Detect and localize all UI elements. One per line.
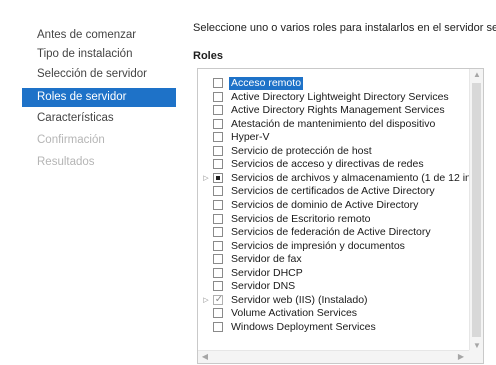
role-label: Servicios de certificados de Active Dire… bbox=[231, 185, 435, 198]
role-row[interactable]: Windows Deployment Services bbox=[198, 321, 466, 334]
role-checkbox[interactable] bbox=[213, 78, 223, 88]
role-label: Windows Deployment Services bbox=[231, 320, 376, 333]
role-row[interactable]: ▷ Servicios de archivos y almacenamiento … bbox=[198, 172, 483, 185]
instructions-text: Seleccione uno o varios roles para insta… bbox=[193, 22, 496, 34]
checkmark-icon: ✓ bbox=[214, 293, 224, 305]
role-checkbox[interactable] bbox=[213, 308, 223, 319]
role-row[interactable]: Volume Activation Services bbox=[198, 307, 466, 320]
role-checkbox[interactable] bbox=[213, 213, 223, 224]
chevron-right-icon[interactable]: ▶ bbox=[456, 352, 466, 361]
role-label: Servicios de Escritorio remoto bbox=[231, 212, 371, 225]
role-label: Servidor web (IIS) (Instalado) bbox=[231, 293, 368, 306]
role-label: Servicios de federación de Active Direct… bbox=[231, 226, 431, 239]
chevron-right-icon[interactable]: ▷ bbox=[202, 172, 210, 185]
role-checkbox[interactable] bbox=[213, 91, 223, 102]
role-checkbox[interactable] bbox=[213, 159, 223, 170]
role-label: Servicios de acceso y directivas de rede… bbox=[231, 158, 424, 171]
role-row[interactable]: Active Directory Rights Management Servi… bbox=[198, 104, 466, 117]
role-row[interactable]: Servidor DNS bbox=[198, 280, 466, 293]
role-checkbox[interactable] bbox=[213, 172, 223, 183]
role-label: Hyper-V bbox=[231, 131, 270, 144]
nav-item[interactable]: Antes de comenzar bbox=[30, 26, 176, 45]
wizard-navigation: Antes de comenzar Tipo de instalación Sele… bbox=[0, 0, 178, 365]
role-row[interactable]: Servidor de fax bbox=[198, 253, 466, 266]
role-checkbox[interactable] bbox=[213, 105, 223, 116]
scrollbar-thumb[interactable] bbox=[472, 83, 481, 337]
role-label: Servidor DNS bbox=[231, 280, 296, 293]
role-label: Acceso remoto bbox=[229, 77, 304, 90]
roles-listbox[interactable]: Windows Deployment Services Volume Activa… bbox=[197, 68, 484, 364]
role-checkbox[interactable] bbox=[213, 227, 223, 238]
role-checkbox[interactable] bbox=[213, 118, 223, 129]
role-checkbox[interactable] bbox=[213, 267, 223, 278]
chevron-left-icon[interactable]: ◀ bbox=[200, 352, 210, 361]
role-row[interactable]: Servicios de impresión y documentos bbox=[198, 240, 466, 253]
role-label: Servidor de fax bbox=[231, 253, 302, 266]
horizontal-scrollbar[interactable]: ◀ ▶ bbox=[198, 350, 483, 363]
role-checkbox[interactable] bbox=[213, 186, 223, 197]
role-label: Atestación de mantenimiento del disposit… bbox=[231, 117, 436, 130]
scrollbar-corner bbox=[469, 350, 483, 363]
role-row[interactable]: Servicio de protección de host bbox=[198, 145, 466, 158]
roles-heading: Roles bbox=[193, 50, 223, 62]
role-checkbox[interactable] bbox=[213, 132, 223, 143]
nav-item[interactable]: Tipo de instalación bbox=[30, 45, 176, 64]
nav-item[interactable]: Características bbox=[30, 109, 176, 128]
nav-item: Resultados bbox=[37, 156, 95, 168]
role-checkbox[interactable] bbox=[213, 281, 223, 292]
role-row[interactable]: Servicios de Escritorio remoto bbox=[198, 213, 466, 226]
role-row[interactable]: Servidor DHCP bbox=[198, 267, 466, 280]
role-row[interactable]: Atestación de mantenimiento del disposit… bbox=[198, 118, 466, 131]
role-checkbox[interactable] bbox=[213, 199, 223, 210]
role-label: Servidor DHCP bbox=[231, 266, 303, 279]
role-label: Servicios de archivos y almacenamiento (… bbox=[231, 171, 483, 184]
role-checkbox[interactable] bbox=[213, 321, 223, 332]
nav-item[interactable]: Selección de servidor bbox=[30, 65, 176, 84]
role-row[interactable]: Servicios de acceso y directivas de rede… bbox=[198, 158, 466, 171]
role-label: Volume Activation Services bbox=[231, 307, 358, 320]
chevron-right-icon[interactable]: ▷ bbox=[202, 294, 210, 307]
role-row[interactable]: Acceso remoto bbox=[198, 77, 466, 90]
role-label: Active Directory Lightweight Directory S… bbox=[231, 90, 449, 103]
role-checkbox[interactable] bbox=[213, 240, 223, 251]
role-label: Active Directory Rights Management Servi… bbox=[231, 104, 445, 117]
role-checkbox[interactable] bbox=[213, 145, 223, 156]
role-row[interactable]: Servicios de dominio de Active Directory bbox=[198, 199, 466, 212]
role-row[interactable]: Active Directory Lightweight Directory S… bbox=[198, 91, 466, 104]
role-label: Servicios de dominio de Active Directory bbox=[231, 198, 419, 211]
role-checkbox[interactable]: ✓ bbox=[213, 293, 224, 305]
role-checkbox[interactable] bbox=[213, 254, 223, 265]
nav-item: Confirmación bbox=[37, 134, 105, 146]
role-row[interactable]: Hyper-V bbox=[198, 131, 466, 144]
vertical-scrollbar[interactable]: ▲ ▼ bbox=[469, 69, 483, 351]
role-label: Servicio de protección de host bbox=[231, 144, 372, 157]
role-label: Servicios de impresión y documentos bbox=[231, 239, 405, 252]
chevron-down-icon[interactable]: ▼ bbox=[470, 341, 483, 350]
chevron-up-icon[interactable]: ▲ bbox=[470, 70, 483, 79]
role-row[interactable]: Servicios de certificados de Active Dire… bbox=[198, 185, 466, 198]
role-row[interactable]: ▷ ✓ Servidor web (IIS) (Instalado) bbox=[198, 294, 466, 307]
role-row[interactable]: Servicios de federación de Active Direct… bbox=[198, 226, 466, 239]
nav-item[interactable]: Roles de servidor bbox=[22, 88, 176, 107]
